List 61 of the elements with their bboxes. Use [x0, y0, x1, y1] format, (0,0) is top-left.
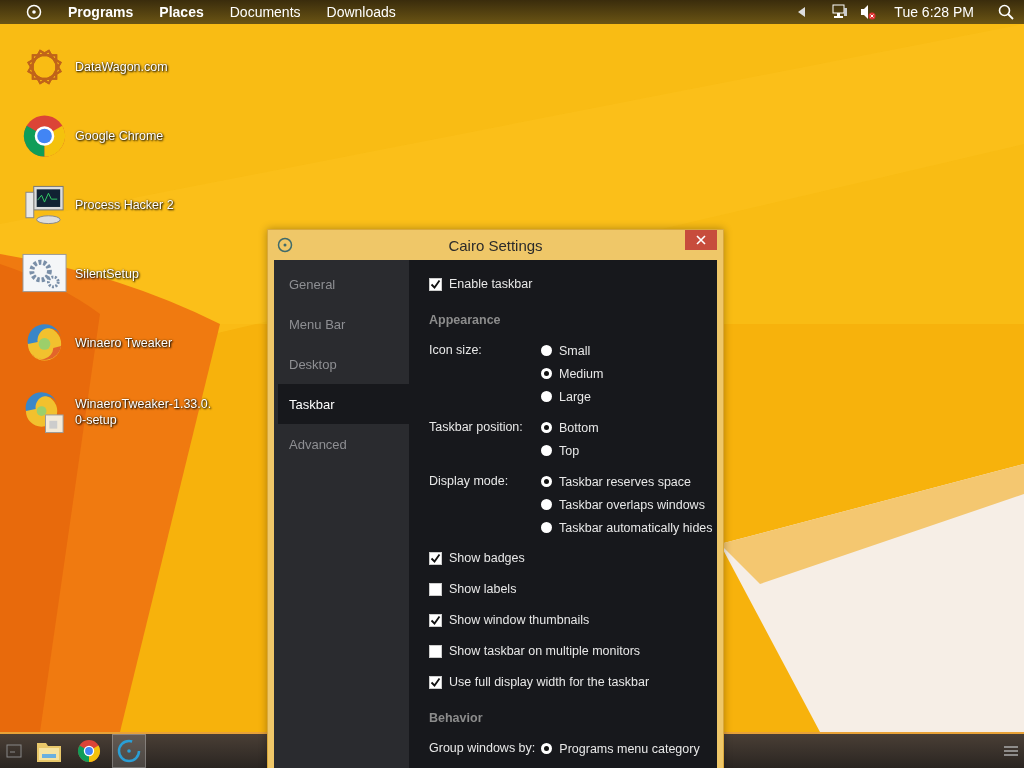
- menu-item[interactable]: Places: [159, 4, 204, 20]
- checkbox-label: Enable taskbar: [449, 277, 533, 291]
- checkbox[interactable]: [429, 277, 442, 291]
- radio-button[interactable]: [541, 743, 553, 754]
- menu-item[interactable]: Documents: [229, 4, 301, 20]
- radio-label: Programs menu category: [559, 741, 700, 756]
- field-label: Icon size:: [429, 342, 483, 359]
- logo-icon[interactable]: [26, 4, 42, 20]
- checkbox-label: Show labels: [449, 582, 517, 596]
- radio-button[interactable]: [541, 445, 552, 456]
- radio-button[interactable]: [541, 476, 552, 487]
- chrome-icon: [22, 113, 67, 159]
- chrome-icon: [77, 739, 101, 763]
- checkbox[interactable]: [429, 551, 442, 565]
- menu-item[interactable]: Downloads: [326, 4, 396, 20]
- section-heading: Behavior: [429, 711, 484, 727]
- desktop-icon-label[interactable]: WinaeroTweaker-1.33.0.0-setup: [75, 396, 212, 428]
- network-icon[interactable]: [832, 4, 849, 20]
- window-title: Cairo Settings: [447, 236, 544, 254]
- sidebar-item[interactable]: General: [274, 264, 409, 304]
- checkbox[interactable]: [429, 613, 442, 627]
- checkbox[interactable]: [429, 644, 442, 658]
- checkbox-label: Show taskbar on multiple monitors: [449, 644, 641, 658]
- radio-label: Large: [559, 389, 591, 404]
- sidebar-item[interactable]: Menu Bar: [274, 304, 409, 344]
- desktop-icon-label[interactable]: Winaero Tweaker: [75, 335, 212, 351]
- search-icon[interactable]: [998, 4, 1014, 20]
- close-button[interactable]: [685, 230, 717, 250]
- clock[interactable]: Tue 6:28 PM: [894, 4, 974, 20]
- checkbox-label: Show badges: [449, 551, 525, 565]
- menu-icon[interactable]: [1004, 745, 1018, 757]
- radio-button[interactable]: [541, 345, 552, 356]
- sidebar-item[interactable]: Taskbar: [278, 384, 409, 424]
- section-heading: Appearance: [429, 313, 502, 329]
- checkbox[interactable]: [429, 675, 442, 689]
- logo-icon: [277, 237, 293, 253]
- ring-icon: [116, 738, 142, 764]
- radio-label: Medium: [559, 366, 604, 381]
- radio-label: Top: [559, 443, 580, 458]
- radio-button[interactable]: [541, 368, 552, 379]
- field-label: Taskbar position:: [429, 419, 524, 436]
- checkbox[interactable]: [429, 582, 442, 596]
- radio-button[interactable]: [541, 499, 552, 510]
- menu-item[interactable]: Programs: [68, 4, 134, 20]
- radio-label: Small: [559, 343, 591, 358]
- radio-button[interactable]: [541, 391, 552, 402]
- field-label: Group windows by:: [429, 740, 536, 757]
- checkbox-label: Use full display width for the taskbar: [449, 675, 650, 689]
- radio-label: Taskbar reserves space: [559, 474, 691, 489]
- radio-label: Taskbar automatically hides: [559, 520, 713, 535]
- radio-button[interactable]: [541, 522, 552, 533]
- left-triangle-icon[interactable]: [798, 7, 807, 17]
- field-label: Display mode:: [429, 473, 510, 490]
- muted-speaker-icon[interactable]: [860, 4, 877, 20]
- sidebar-item[interactable]: Advanced: [274, 424, 409, 464]
- sidebar-item[interactable]: Desktop: [274, 344, 409, 384]
- close-icon: [696, 235, 706, 245]
- radio-label: Taskbar overlaps windows: [559, 497, 705, 512]
- checkbox-label: Show window thumbnails: [449, 613, 590, 627]
- radio-label: Bottom: [559, 420, 599, 435]
- radio-button[interactable]: [541, 422, 552, 433]
